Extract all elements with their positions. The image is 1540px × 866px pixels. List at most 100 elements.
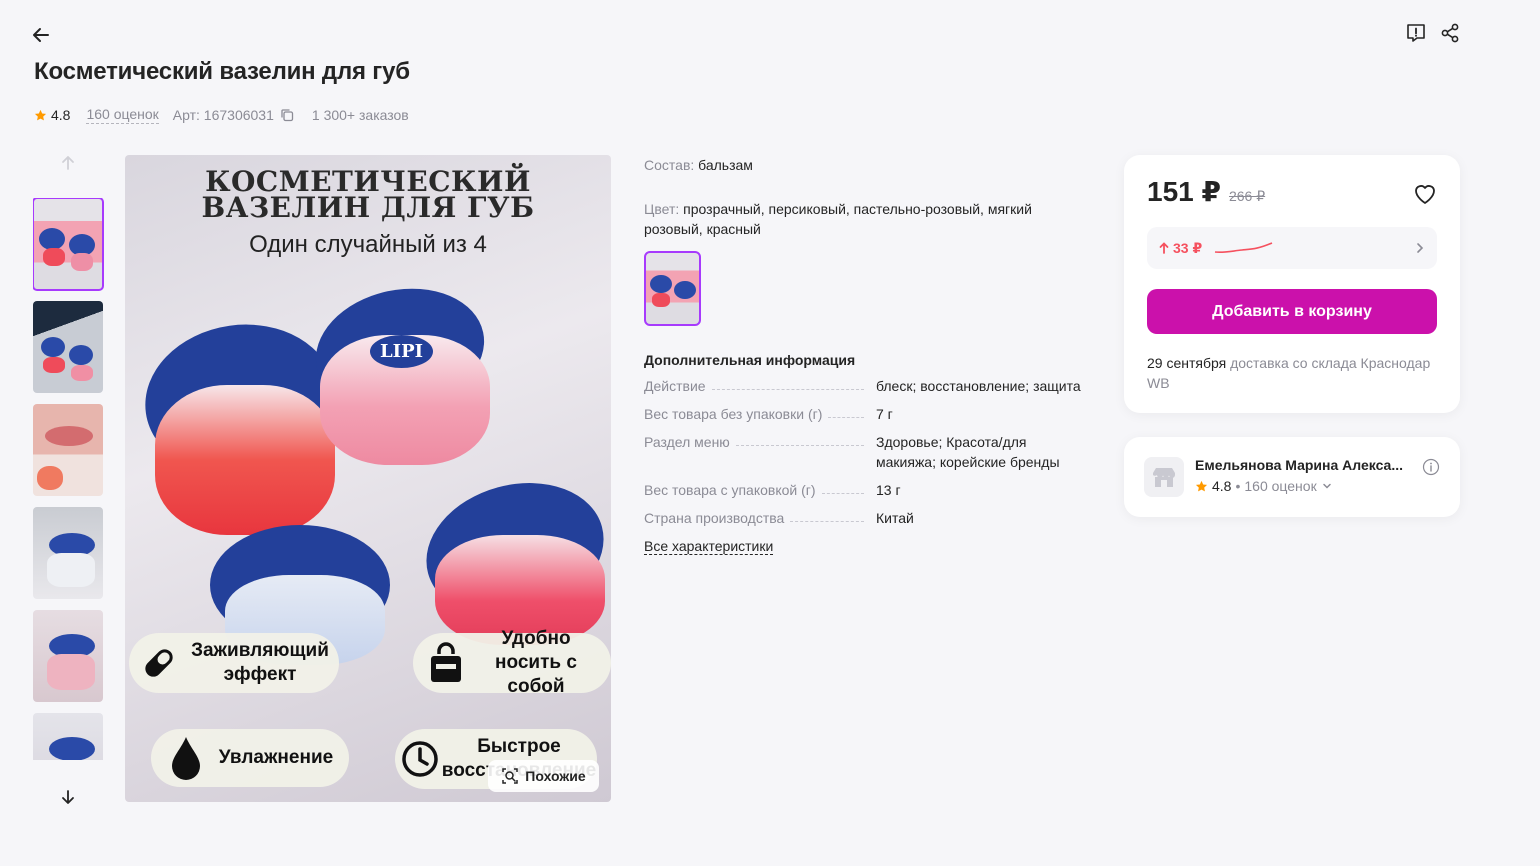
seller-name[interactable]: Емельянова Марина Алекса... [1195, 457, 1403, 473]
copy-icon[interactable] [280, 108, 294, 122]
spec-leader [828, 404, 864, 418]
price-change-value: 33 ₽ [1173, 239, 1203, 256]
thumbnail-list [33, 198, 105, 760]
badge-portable-line1: Удобно [501, 628, 571, 649]
badge-fast-line1: Быстрое [477, 736, 561, 757]
price-change: 33 ₽ [1159, 240, 1202, 257]
spec-key-wrap: Страна производства [644, 508, 876, 528]
thumbs-scroll-up[interactable] [56, 151, 80, 175]
spec-key-wrap: Раздел меню [644, 432, 876, 472]
reviews-link[interactable]: 160 оценок [86, 106, 159, 124]
price-trend-sparkline [1215, 242, 1273, 254]
badge-portable-line2: носить с собой [495, 652, 577, 697]
seller-rating-value: 4.8 [1212, 478, 1232, 494]
composition-value: бальзам [698, 157, 753, 173]
thumbnail-6[interactable] [33, 713, 103, 760]
seller-reviews: 160 оценок [1244, 478, 1317, 494]
spec-key-wrap: Действие [644, 376, 876, 396]
bag-icon [431, 642, 461, 682]
image-heading: КОСМЕТИЧЕСКИЙ ВАЗЕЛИН ДЛЯ ГУБ [201, 165, 535, 224]
drop-icon [172, 737, 200, 780]
back-button[interactable] [28, 22, 54, 48]
spec-value: Здоровье; Красота/для макияжа; корейские… [876, 434, 1060, 470]
color-variant-thumb[interactable] [644, 251, 701, 326]
top-actions [1403, 20, 1463, 46]
badge-moisture-text: Увлажнение [218, 747, 334, 768]
search-similar-icon [502, 768, 519, 784]
thumbnail-4[interactable] [33, 507, 103, 599]
composition: Состав: бальзам [644, 157, 1084, 173]
main-product-image[interactable]: КОСМЕТИЧЕСКИЙ ВАЗЕЛИН ДЛЯ ГУБ Один случа… [125, 155, 611, 802]
product-rating: 4.8 [34, 107, 70, 123]
color-value: прозрачный, персиковый, пастельно-розовы… [644, 201, 1032, 237]
arrow-left-icon [33, 28, 49, 42]
spec-row: Страна производства Китай [644, 508, 1084, 528]
specs-list: Действие блеск; восстановление; защита Вес… [644, 376, 1084, 528]
clock-icon [402, 741, 438, 777]
page-title: Косметический вазелин для губ [34, 58, 410, 85]
spec-leader [821, 480, 864, 494]
spec-key: Действие [644, 378, 706, 394]
spec-value: 7 г [876, 406, 893, 422]
spec-row: Вес товара без упаковки (г) 7 г [644, 404, 1084, 424]
badge-portable: Удобно носить с собой [413, 628, 611, 697]
all-characteristics-link[interactable]: Все характеристики [644, 538, 774, 555]
thumbnail-3[interactable] [33, 404, 103, 496]
article-label: Арт: 167306031 [172, 107, 274, 123]
orders-count: 1 300+ заказов [311, 107, 409, 123]
info-icon[interactable] [1422, 458, 1440, 476]
spec-value: блеск; восстановление; защита [876, 378, 1081, 394]
spec-leader [735, 432, 864, 446]
composition-label: Состав: [644, 157, 695, 173]
color: Цвет: прозрачный, персиковый, пастельно-… [644, 199, 1084, 239]
badge-healing-line1: Заживляющий [191, 640, 329, 661]
current-price: 151 ₽ [1147, 176, 1221, 207]
spec-leader [711, 376, 864, 390]
product-info: Состав: бальзам Цвет: прозрачный, персик… [644, 154, 1084, 555]
spec-row: Действие блеск; восстановление; защита [644, 376, 1084, 396]
delivery-date: 29 сентября [1147, 355, 1227, 371]
rating-value: 4.8 [51, 107, 71, 123]
arrow-up-red-icon [1159, 242, 1169, 254]
seller-card[interactable]: Емельянова Марина Алекса... 4.8 • 160 оц… [1124, 437, 1460, 517]
badge-moisture: Увлажнение [151, 729, 349, 787]
share-icon [1441, 23, 1459, 43]
share-button[interactable] [1437, 20, 1463, 46]
thumbs-scroll-down[interactable] [56, 785, 80, 809]
thumbnail-5[interactable] [33, 610, 103, 702]
similar-label: Похожие [525, 768, 586, 784]
badge-healing: Заживляющий эффект [129, 633, 339, 693]
delivery-info: 29 сентября доставка со склада Краснодар… [1147, 353, 1437, 393]
favorite-heart-icon[interactable] [1412, 181, 1438, 207]
jar-brand-label: LIPI [370, 335, 434, 368]
price-history-button[interactable]: 33 ₽ [1147, 227, 1437, 269]
thumbnail-1[interactable] [33, 198, 104, 291]
seller-logo [1144, 457, 1184, 497]
spec-key: Раздел меню [644, 434, 730, 450]
pill-icon [145, 649, 173, 677]
thumbnail-2[interactable] [33, 301, 103, 393]
badge-healing-line2: эффект [223, 664, 297, 685]
price-card: 151 ₽ 266 ₽ 33 ₽ Добавить в корзину 29 с… [1124, 155, 1460, 413]
star-icon [34, 109, 47, 120]
spec-value: 13 г [876, 482, 901, 498]
spec-key-wrap: Вес товара с упаковкой (г) [644, 480, 876, 500]
arrow-down-icon [62, 790, 74, 804]
spec-key-wrap: Вес товара без упаковки (г) [644, 404, 876, 424]
star-icon [1195, 480, 1208, 491]
product-meta: 4.8 160 оценок Арт: 167306031 1 300+ зак… [34, 106, 409, 124]
jar-red-body [155, 385, 335, 535]
add-to-cart-button[interactable]: Добавить в корзину [1147, 289, 1437, 334]
old-price: 266 ₽ [1228, 188, 1266, 204]
spec-row: Раздел меню Здоровье; Красота/для макияжа… [644, 432, 1084, 472]
chevron-down-icon[interactable] [1321, 480, 1333, 492]
store-icon [1153, 468, 1175, 487]
article-number: Арт: 167306031 [173, 107, 294, 123]
spec-key: Вес товара с упаковкой (г) [644, 482, 816, 498]
report-icon [1407, 24, 1425, 42]
spec-key: Вес товара без упаковки (г) [644, 406, 823, 422]
additional-info-title: Дополнительная информация [644, 352, 856, 368]
similar-button[interactable]: Похожие [488, 760, 599, 792]
report-button[interactable] [1403, 20, 1429, 46]
image-subheading: Один случайный из 4 [249, 231, 487, 258]
